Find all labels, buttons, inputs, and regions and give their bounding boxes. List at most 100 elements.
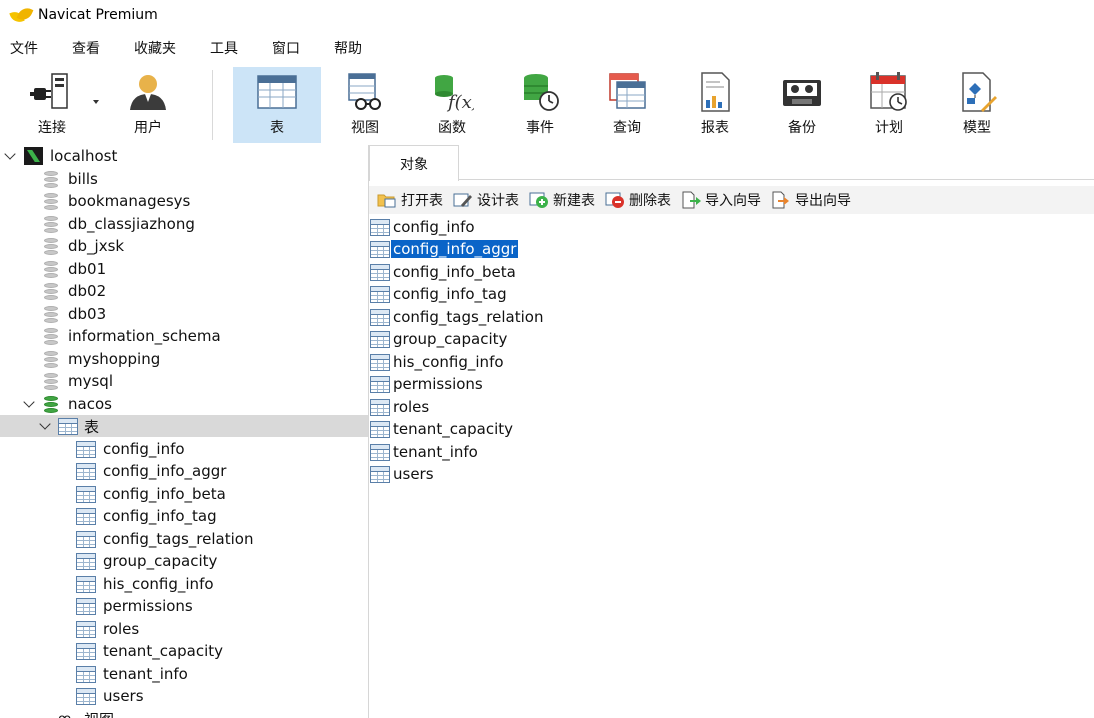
object-list-item[interactable]: roles xyxy=(370,396,429,418)
query-icon xyxy=(605,70,649,114)
table-icon xyxy=(370,308,390,326)
import-icon xyxy=(681,191,701,209)
object-label: config_info_beta xyxy=(393,263,516,281)
menu-window[interactable]: 窗口 xyxy=(267,38,305,58)
tree-db-myshopping[interactable]: myshopping xyxy=(0,348,368,370)
object-list-item[interactable]: config_info_beta xyxy=(370,261,516,283)
tree-table-item[interactable]: users xyxy=(0,685,368,707)
toolbar-user-button[interactable]: 用户 xyxy=(110,67,186,143)
object-list-item[interactable]: his_config_info xyxy=(370,351,504,373)
tree-label: information_schema xyxy=(68,327,221,345)
import-wizard-label: 导入向导 xyxy=(705,193,761,209)
tree-views-node[interactable]: ꝏ 视图 xyxy=(0,708,368,718)
object-list-item[interactable]: config_tags_relation xyxy=(370,306,543,328)
pane-divider[interactable] xyxy=(368,145,369,718)
tab-objects[interactable]: 对象 xyxy=(369,145,459,181)
object-action-bar: 打开表 设计表 新建表 删除表 导入向导 导出向导 xyxy=(369,186,1094,214)
chevron-down-icon[interactable] xyxy=(23,396,35,408)
tree-db-mysql[interactable]: mysql xyxy=(0,370,368,392)
tree-table-item[interactable]: config_info_aggr xyxy=(0,460,368,482)
tree-db-bookmanagesys[interactable]: bookmanagesys xyxy=(0,190,368,212)
chevron-down-icon[interactable] xyxy=(4,148,16,160)
database-icon xyxy=(44,171,58,188)
toolbar-query-button[interactable]: 查询 xyxy=(589,67,665,143)
object-list-item[interactable]: users xyxy=(370,463,434,485)
export-wizard-button[interactable]: 导出向导 xyxy=(771,190,851,210)
object-list-item[interactable]: permissions xyxy=(370,373,483,395)
event-icon xyxy=(518,70,562,114)
function-icon: f(x) xyxy=(430,70,479,114)
tree-label: localhost xyxy=(50,147,118,165)
tree-tables-node[interactable]: 表 xyxy=(0,415,368,437)
delete-table-button[interactable]: 删除表 xyxy=(605,190,671,210)
object-list-item-selected[interactable]: config_info_aggr xyxy=(370,238,519,260)
toolbar-table-button[interactable]: 表 xyxy=(233,67,321,143)
tree-label: myshopping xyxy=(68,350,161,368)
toolbar-model-button[interactable]: 模型 xyxy=(939,67,1015,143)
toolbar-schedule-button[interactable]: 计划 xyxy=(851,67,927,143)
toolbar-view-label: 视图 xyxy=(351,120,379,136)
menu-file[interactable]: 文件 xyxy=(5,38,43,58)
object-list-item[interactable]: group_capacity xyxy=(370,328,507,350)
design-table-button[interactable]: 设计表 xyxy=(453,190,519,210)
menu-help[interactable]: 帮助 xyxy=(329,38,367,58)
toolbar-report-button[interactable]: 报表 xyxy=(677,67,753,143)
menu-tools[interactable]: 工具 xyxy=(205,38,243,58)
tree-db-db-classjiazhong[interactable]: db_classjiazhong xyxy=(0,213,368,235)
tree-table-item[interactable]: tenant_capacity xyxy=(0,640,368,662)
tree-table-item[interactable]: group_capacity xyxy=(0,550,368,572)
tree-db-nacos[interactable]: nacos xyxy=(0,393,368,415)
object-list-item[interactable]: config_info xyxy=(370,216,475,238)
object-label: config_info xyxy=(393,218,475,236)
toolbar-connection-button[interactable]: 连接 xyxy=(14,67,90,143)
tree-table-item[interactable]: his_config_info xyxy=(0,573,368,595)
object-list-item[interactable]: tenant_capacity xyxy=(370,418,513,440)
tree-label: users xyxy=(103,687,144,705)
object-list-item[interactable]: config_info_tag xyxy=(370,283,507,305)
connection-dropdown-icon[interactable] xyxy=(93,100,99,104)
table-icon xyxy=(76,576,96,593)
tree-db-db-jxsk[interactable]: db_jxsk xyxy=(0,235,368,257)
toolbar-user-label: 用户 xyxy=(134,120,162,136)
chevron-down-icon[interactable] xyxy=(39,418,51,430)
tree-label: mysql xyxy=(68,372,113,390)
table-icon xyxy=(76,486,96,503)
tree-table-item[interactable]: config_info xyxy=(0,438,368,460)
toolbar-function-button[interactable]: f(x) 函数 xyxy=(414,67,490,143)
toolbar-event-button[interactable]: 事件 xyxy=(502,67,578,143)
tree-db-information-schema[interactable]: information_schema xyxy=(0,325,368,347)
tree-table-item[interactable]: roles xyxy=(0,618,368,640)
toolbar-report-label: 报表 xyxy=(701,120,729,136)
tree-db-db03[interactable]: db03 xyxy=(0,303,368,325)
object-list-item[interactable]: tenant_info xyxy=(370,441,478,463)
toolbar-backup-button[interactable]: 备份 xyxy=(764,67,840,143)
tree-label: config_tags_relation xyxy=(103,530,254,548)
tree-db-db02[interactable]: db02 xyxy=(0,280,368,302)
table-icon xyxy=(370,240,390,258)
tree-table-item[interactable]: config_info_beta xyxy=(0,483,368,505)
tree-db-bills[interactable]: bills xyxy=(0,168,368,190)
tree-label: bills xyxy=(68,170,98,188)
import-wizard-button[interactable]: 导入向导 xyxy=(681,190,761,210)
tree-db-db01[interactable]: db01 xyxy=(0,258,368,280)
tree-table-item[interactable]: config_tags_relation xyxy=(0,528,368,550)
table-icon xyxy=(76,531,96,548)
tree-table-item[interactable]: tenant_info xyxy=(0,663,368,685)
tree-table-item[interactable]: config_info_tag xyxy=(0,505,368,527)
database-icon xyxy=(44,238,58,255)
toolbar-view-button[interactable]: 视图 xyxy=(327,67,403,143)
object-label: his_config_info xyxy=(393,353,504,371)
tab-label: 对象 xyxy=(400,156,428,173)
tree-table-item[interactable]: permissions xyxy=(0,595,368,617)
export-icon xyxy=(771,191,791,209)
menu-favorites[interactable]: 收藏夹 xyxy=(129,38,181,58)
open-table-button[interactable]: 打开表 xyxy=(377,190,443,210)
menu-view[interactable]: 查看 xyxy=(67,38,105,58)
new-table-button[interactable]: 新建表 xyxy=(529,190,595,210)
database-icon xyxy=(44,283,58,300)
database-icon xyxy=(44,216,58,233)
view-icon xyxy=(343,70,387,114)
glasses-icon: ꝏ xyxy=(58,712,71,718)
tree-connection-localhost[interactable]: localhost xyxy=(0,145,368,167)
table-icon xyxy=(76,441,96,458)
